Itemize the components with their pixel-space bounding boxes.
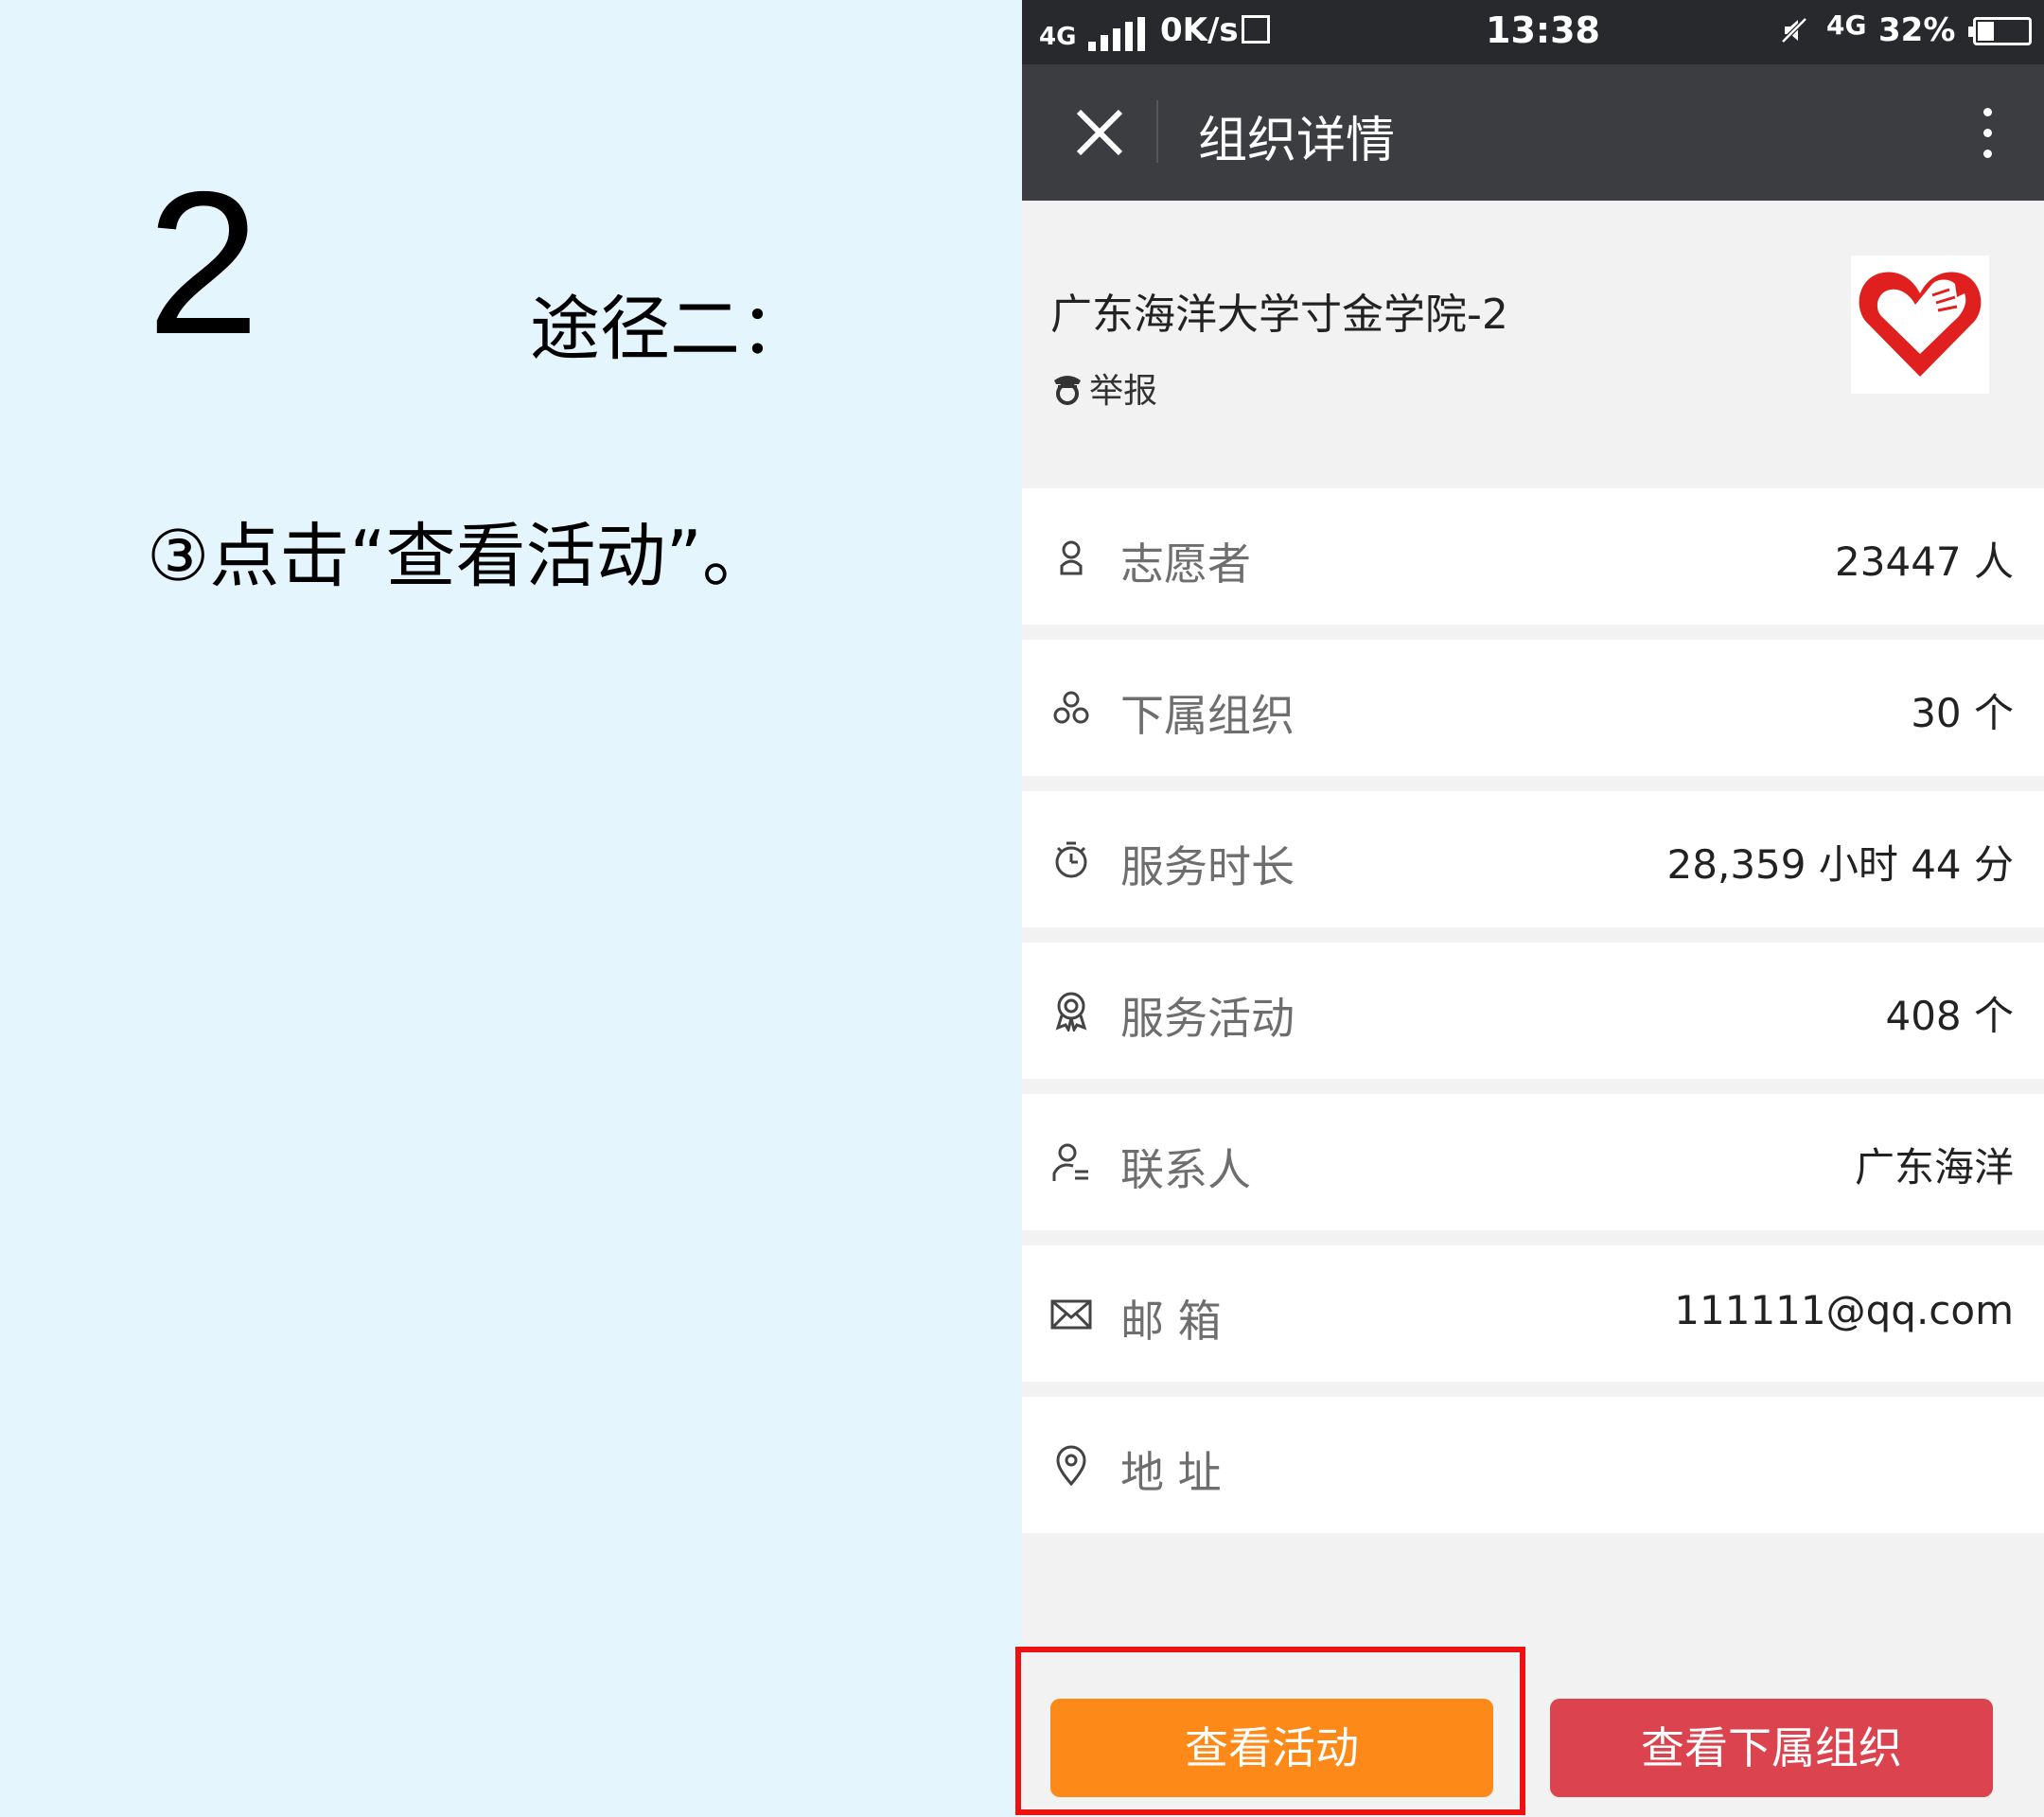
- close-icon: [1076, 109, 1123, 156]
- row-label: 联系人: [1120, 1144, 1251, 1195]
- row-value: 广东海洋: [1854, 1144, 2014, 1191]
- view-suborgs-button[interactable]: 查看下属组织: [1550, 1699, 1993, 1797]
- nav-bar: 组织详情: [1022, 64, 2044, 201]
- person-icon: [1060, 540, 1083, 575]
- row-label: 地 址: [1120, 1447, 1222, 1498]
- signal-bars-icon: [1088, 17, 1147, 51]
- row-label: 下属组织: [1120, 690, 1295, 741]
- nav-divider: [1156, 100, 1158, 163]
- more-vertical-icon: [1983, 108, 1992, 116]
- medal-icon: [1055, 992, 1087, 1032]
- info-row-suborgs[interactable]: 下属组织 30 个: [1022, 640, 2044, 776]
- step-number: 2: [147, 149, 260, 377]
- organization-icon: [1053, 691, 1089, 724]
- network-speed: 0K/s: [1160, 11, 1239, 49]
- view-activities-button[interactable]: 查看活动: [1050, 1699, 1493, 1797]
- contact-person-icon: [1052, 1143, 1088, 1181]
- route-title: 途径二：: [530, 289, 810, 370]
- org-name: 广东海洋大学寸金学院-2: [1050, 291, 1508, 339]
- page-title: 组织详情: [1198, 113, 1396, 169]
- battery-icon: [1968, 17, 2032, 45]
- row-value: 111111@qq.com: [1674, 1287, 2014, 1333]
- row-value: 23447 人: [1835, 538, 2014, 585]
- info-row-volunteers[interactable]: 志愿者 23447 人: [1022, 488, 2044, 625]
- status-bar: 4G 0K/s 13:38 4G 32%: [1022, 0, 2044, 64]
- more-button[interactable]: [1959, 95, 2016, 170]
- row-label: 服务时长: [1120, 841, 1295, 892]
- mail-icon: [1050, 1299, 1092, 1330]
- info-row-address[interactable]: 地 址: [1022, 1397, 2044, 1533]
- info-row-email[interactable]: 邮 箱 111111@qq.com: [1022, 1245, 2044, 1382]
- org-header: 广东海洋大学寸金学院-2 举报: [1022, 201, 2044, 488]
- row-value: 408 个: [1885, 993, 2014, 1039]
- info-row-activities[interactable]: 服务活动 408 个: [1022, 943, 2044, 1079]
- battery-percent: 32%: [1878, 11, 1956, 49]
- info-row-contact[interactable]: 联系人 广东海洋: [1022, 1094, 2044, 1230]
- stopwatch-icon: [1055, 841, 1087, 878]
- close-button[interactable]: [1060, 93, 1139, 172]
- row-label: 邮 箱: [1120, 1296, 1222, 1347]
- mute-icon: [1781, 17, 1807, 44]
- report-label: 举报: [1089, 372, 1158, 411]
- row-value: 30 个: [1911, 690, 2014, 736]
- row-label: 服务活动: [1120, 993, 1295, 1044]
- instruction-text: ③点击“查看活动”。: [147, 516, 773, 597]
- org-logo: [1851, 256, 1989, 394]
- report-link[interactable]: 举报: [1050, 363, 1157, 411]
- status-time: 13:38: [1486, 9, 1600, 51]
- phone-screen: 4G 0K/s 13:38 4G 32% 组织详情 广东海洋大学寸金学院-2 举…: [1022, 0, 2044, 1817]
- info-row-service-hours[interactable]: 服务时长 28,359 小时 44 分: [1022, 791, 2044, 927]
- row-label: 志愿者: [1120, 538, 1251, 590]
- instruction-slide: 2 途径二： ③点击“查看活动”。: [0, 0, 1022, 1817]
- location-pin-icon: [1056, 1445, 1086, 1486]
- row-value: 28,359 小时 44 分: [1666, 841, 2014, 888]
- network-type: 4G: [1826, 9, 1867, 41]
- volunteer-heart-hand-logo: [1859, 272, 1982, 377]
- signal-type: 4G: [1039, 23, 1077, 51]
- screenshot-icon: [1242, 15, 1270, 44]
- police-badge-icon: [1054, 376, 1081, 405]
